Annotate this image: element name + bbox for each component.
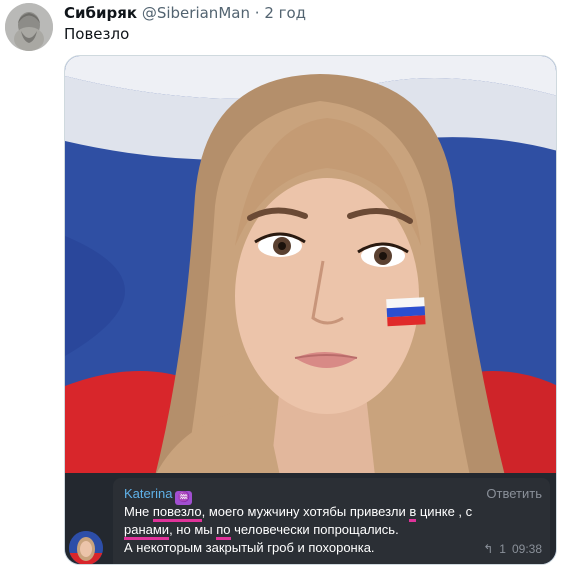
author-name[interactable]: Сибиряк (64, 4, 137, 22)
tweet-media[interactable]: Katerina ♒ Ответить Мне повезло, моего му… (64, 55, 557, 565)
tweet-text: Повезло (64, 25, 130, 43)
message-segment: Мне (124, 504, 153, 519)
tweet-timestamp[interactable]: 2 год (264, 4, 306, 22)
message-meta: ↰ 1 09:38 (477, 542, 542, 556)
sender-name[interactable]: Katerina (124, 486, 172, 501)
message-segment: А некоторым закрытый гроб и похоронка. (124, 540, 375, 555)
message-segment: человечески попрощались. (230, 522, 399, 537)
message-text: Мне повезло, моего мужчину хотябы привез… (124, 503, 524, 557)
tweet-header: Сибиряк @SiberianMan · 2 год (64, 4, 306, 22)
underlined-word: ранами (124, 522, 170, 540)
message-bubble[interactable]: Katerina ♒ Ответить Мне повезло, моего му… (113, 478, 550, 564)
message-time: 09:38 (511, 542, 542, 556)
sender-avatar[interactable] (69, 531, 103, 564)
message-segment: цинке , с (416, 504, 473, 519)
message-segment: , моего мужчину хотябы привезли (201, 504, 410, 519)
author-avatar[interactable] (5, 3, 53, 51)
separator-dot: · (254, 4, 260, 22)
underlined-word: по (216, 522, 231, 540)
statue-avatar-image (5, 3, 53, 51)
telegram-message-panel: Katerina ♒ Ответить Мне повезло, моего му… (65, 473, 556, 564)
sender-avatar-image (69, 531, 103, 564)
reply-button[interactable]: Ответить (486, 486, 542, 502)
underlined-word: повезло (152, 504, 202, 522)
portrait-photo (65, 56, 556, 476)
author-handle[interactable]: @SiberianMan (142, 4, 250, 22)
reply-arrow-icon[interactable]: ↰ (483, 542, 493, 556)
reply-count: 1 (499, 542, 506, 556)
message-segment: , но мы (169, 522, 217, 537)
